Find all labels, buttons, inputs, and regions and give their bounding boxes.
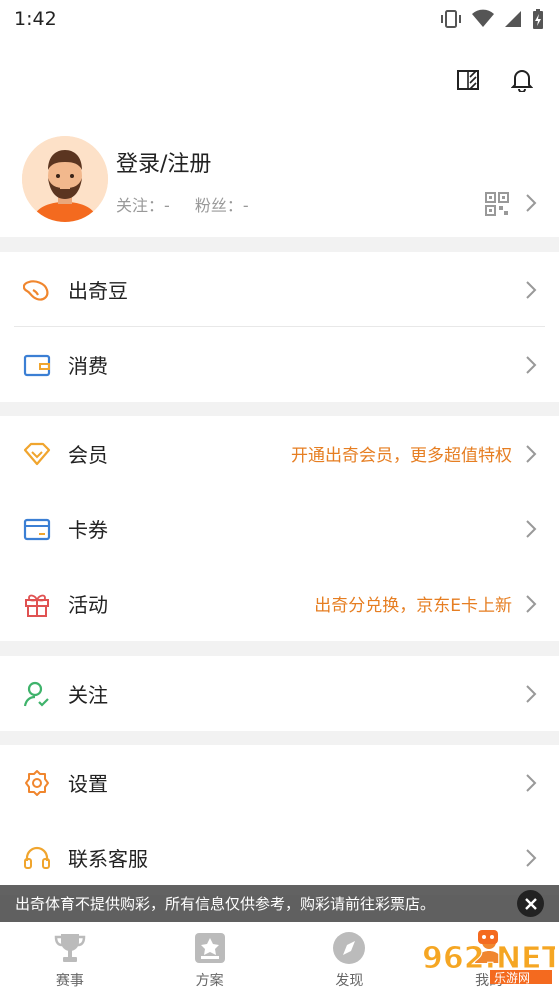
signal-icon [505, 11, 521, 27]
chevron-right-icon [526, 194, 537, 212]
battery-icon [533, 9, 543, 29]
wallet-section: 出奇豆 消费 [0, 252, 559, 402]
vibrate-icon [441, 10, 461, 28]
close-icon [524, 897, 537, 910]
bell-icon[interactable] [511, 68, 533, 92]
trophy-icon [54, 934, 86, 962]
watermark-logo: 962.NET 乐游网 [422, 930, 559, 985]
gear-icon [25, 770, 49, 796]
gift-icon [25, 594, 49, 617]
social-section: 关注 [0, 656, 559, 731]
benefits-section: 会员 开通出奇会员，更多超值特权 卡券 活动 出奇分兑换，京东E卡上新 [0, 416, 559, 641]
chevron-right-icon [526, 774, 537, 792]
fans-count: 粉丝：- [194, 196, 249, 215]
profile-card[interactable]: 登录/注册 关注：- 粉丝：- [0, 124, 559, 237]
tab-events[interactable]: 赛事 [0, 922, 140, 993]
status-icons [439, 8, 545, 30]
chevron-right-icon [526, 356, 537, 374]
chevron-right-icon [526, 595, 537, 613]
menu-item-beans[interactable]: 出奇豆 [0, 252, 559, 327]
headset-icon [24, 846, 50, 869]
wifi-icon [472, 9, 494, 27]
menu-label-service: 联系客服 [68, 847, 148, 871]
qr-code-icon[interactable] [484, 191, 510, 217]
menu-item-coupons[interactable]: 卡券 [0, 491, 559, 566]
site-watermark: 962.NET 乐游网 [420, 930, 559, 985]
menu-label-settings: 设置 [68, 772, 108, 796]
following-count: 关注：- [116, 196, 170, 215]
status-bar: 1:42 [0, 0, 559, 38]
tab-label-plans: 方案 [195, 973, 224, 989]
compass-icon [333, 932, 366, 964]
close-toast-button[interactable] [517, 890, 544, 917]
chevron-right-icon [526, 281, 537, 299]
member-promo-text: 开通出奇会员，更多超值特权 [291, 446, 512, 466]
settings-section: 设置 联系客服 [0, 745, 559, 895]
tab-label-events: 赛事 [55, 973, 84, 989]
diamond-icon [23, 442, 51, 466]
disclaimer-toast: 出奇体育不提供购彩，所有信息仅供参考，购彩请前往彩票店。 [0, 885, 559, 922]
chevron-right-icon [526, 685, 537, 703]
wallet-icon [23, 354, 51, 377]
menu-label-coupons: 卡券 [68, 518, 108, 542]
menu-label-member: 会员 [68, 443, 108, 467]
menu-label-activity: 活动 [68, 593, 108, 617]
avatar[interactable] [22, 136, 108, 222]
login-register-link[interactable]: 登录/注册 [116, 146, 211, 178]
disclaimer-text: 出奇体育不提供购彩，所有信息仅供参考，购彩请前往彩票店。 [15, 895, 436, 913]
user-check-icon [23, 681, 49, 707]
menu-label-consume: 消费 [68, 354, 108, 378]
chevron-right-icon [526, 520, 537, 538]
profile-stats: 关注：- 粉丝：- [116, 192, 269, 216]
avatar-illustration [22, 136, 108, 222]
star-card-icon [194, 933, 225, 963]
chevron-right-icon [526, 849, 537, 867]
activity-promo-text: 出奇分兑换，京东E卡上新 [314, 596, 512, 616]
menu-item-service[interactable]: 联系客服 [0, 820, 559, 895]
status-time: 1:42 [14, 8, 57, 30]
menu-item-member[interactable]: 会员 开通出奇会员，更多超值特权 [0, 416, 559, 491]
skin-theme-icon[interactable] [456, 68, 480, 92]
svg-text:乐游网: 乐游网 [494, 971, 530, 985]
tab-plans[interactable]: 方案 [140, 922, 280, 993]
top-bar [0, 38, 559, 124]
menu-item-activity[interactable]: 活动 出奇分兑换，京东E卡上新 [0, 566, 559, 641]
card-icon [23, 518, 51, 541]
menu-item-follow[interactable]: 关注 [0, 656, 559, 731]
chevron-right-icon [526, 445, 537, 463]
tab-discover[interactable]: 发现 [280, 922, 420, 993]
tab-label-discover: 发现 [335, 973, 364, 989]
menu-label-follow: 关注 [68, 683, 108, 707]
menu-item-settings[interactable]: 设置 [0, 745, 559, 820]
bean-icon [23, 280, 49, 301]
menu-item-consume[interactable]: 消费 [0, 327, 559, 402]
menu-label-beans: 出奇豆 [68, 279, 128, 303]
